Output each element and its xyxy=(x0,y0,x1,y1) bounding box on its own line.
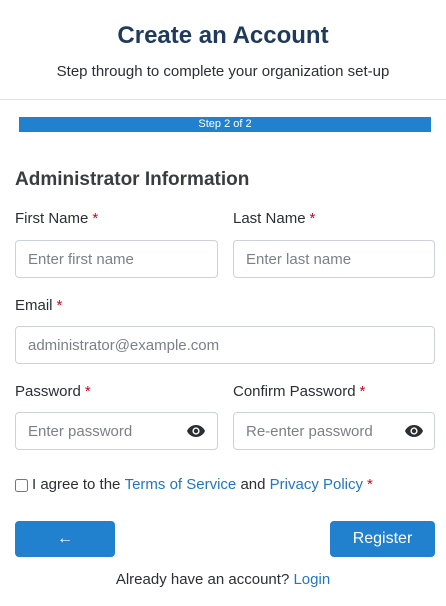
terms-conjunction: and xyxy=(240,476,266,493)
last-name-label: Last Name * xyxy=(233,209,315,229)
required-marker: * xyxy=(309,210,316,227)
first-name-label-text: First Name xyxy=(15,210,89,227)
page-header: Create an Account Step through to comple… xyxy=(0,0,446,100)
email-label: Email * xyxy=(15,296,62,316)
confirm-password-label-text: Confirm Password xyxy=(233,383,356,400)
page-title: Create an Account xyxy=(117,22,329,49)
required-marker: * xyxy=(359,383,366,400)
progress-bar: Step 2 of 2 xyxy=(19,117,431,132)
email-input[interactable] xyxy=(15,326,435,364)
password-label-text: Password xyxy=(15,383,81,400)
terms-checkbox[interactable] xyxy=(15,478,28,492)
password-label: Password * xyxy=(15,382,91,402)
first-name-input[interactable] xyxy=(15,240,218,278)
register-button[interactable]: Register xyxy=(330,521,435,557)
terms-agreement: I agree to the Terms of Service and Priv… xyxy=(15,475,373,495)
privacy-policy-link[interactable]: Privacy Policy xyxy=(270,475,363,495)
eye-icon[interactable] xyxy=(186,424,206,438)
last-name-input[interactable] xyxy=(233,240,435,278)
required-marker: * xyxy=(367,476,373,493)
terms-prefix: I agree to the xyxy=(32,476,121,493)
arrow-left-icon: ← xyxy=(57,530,73,547)
last-name-label-text: Last Name xyxy=(233,210,306,227)
confirm-password-label: Confirm Password * xyxy=(233,382,365,402)
required-marker: * xyxy=(92,210,99,227)
back-button[interactable]: ← xyxy=(15,521,115,557)
progress-step-label: Step 2 of 2 xyxy=(198,118,252,130)
section-title: Administrator Information xyxy=(15,169,250,190)
login-prompt-text: Already have an account? xyxy=(115,571,290,588)
first-name-label: First Name * xyxy=(15,209,98,229)
email-label-text: Email xyxy=(15,297,53,314)
login-link[interactable]: Login xyxy=(293,571,330,588)
page-subtitle: Step through to complete your organizati… xyxy=(56,63,390,80)
login-prompt: Already have an account? Login xyxy=(0,570,446,590)
required-marker: * xyxy=(56,297,63,314)
eye-icon[interactable] xyxy=(404,424,424,438)
required-marker: * xyxy=(84,383,91,400)
terms-of-service-link[interactable]: Terms of Service xyxy=(125,475,237,495)
